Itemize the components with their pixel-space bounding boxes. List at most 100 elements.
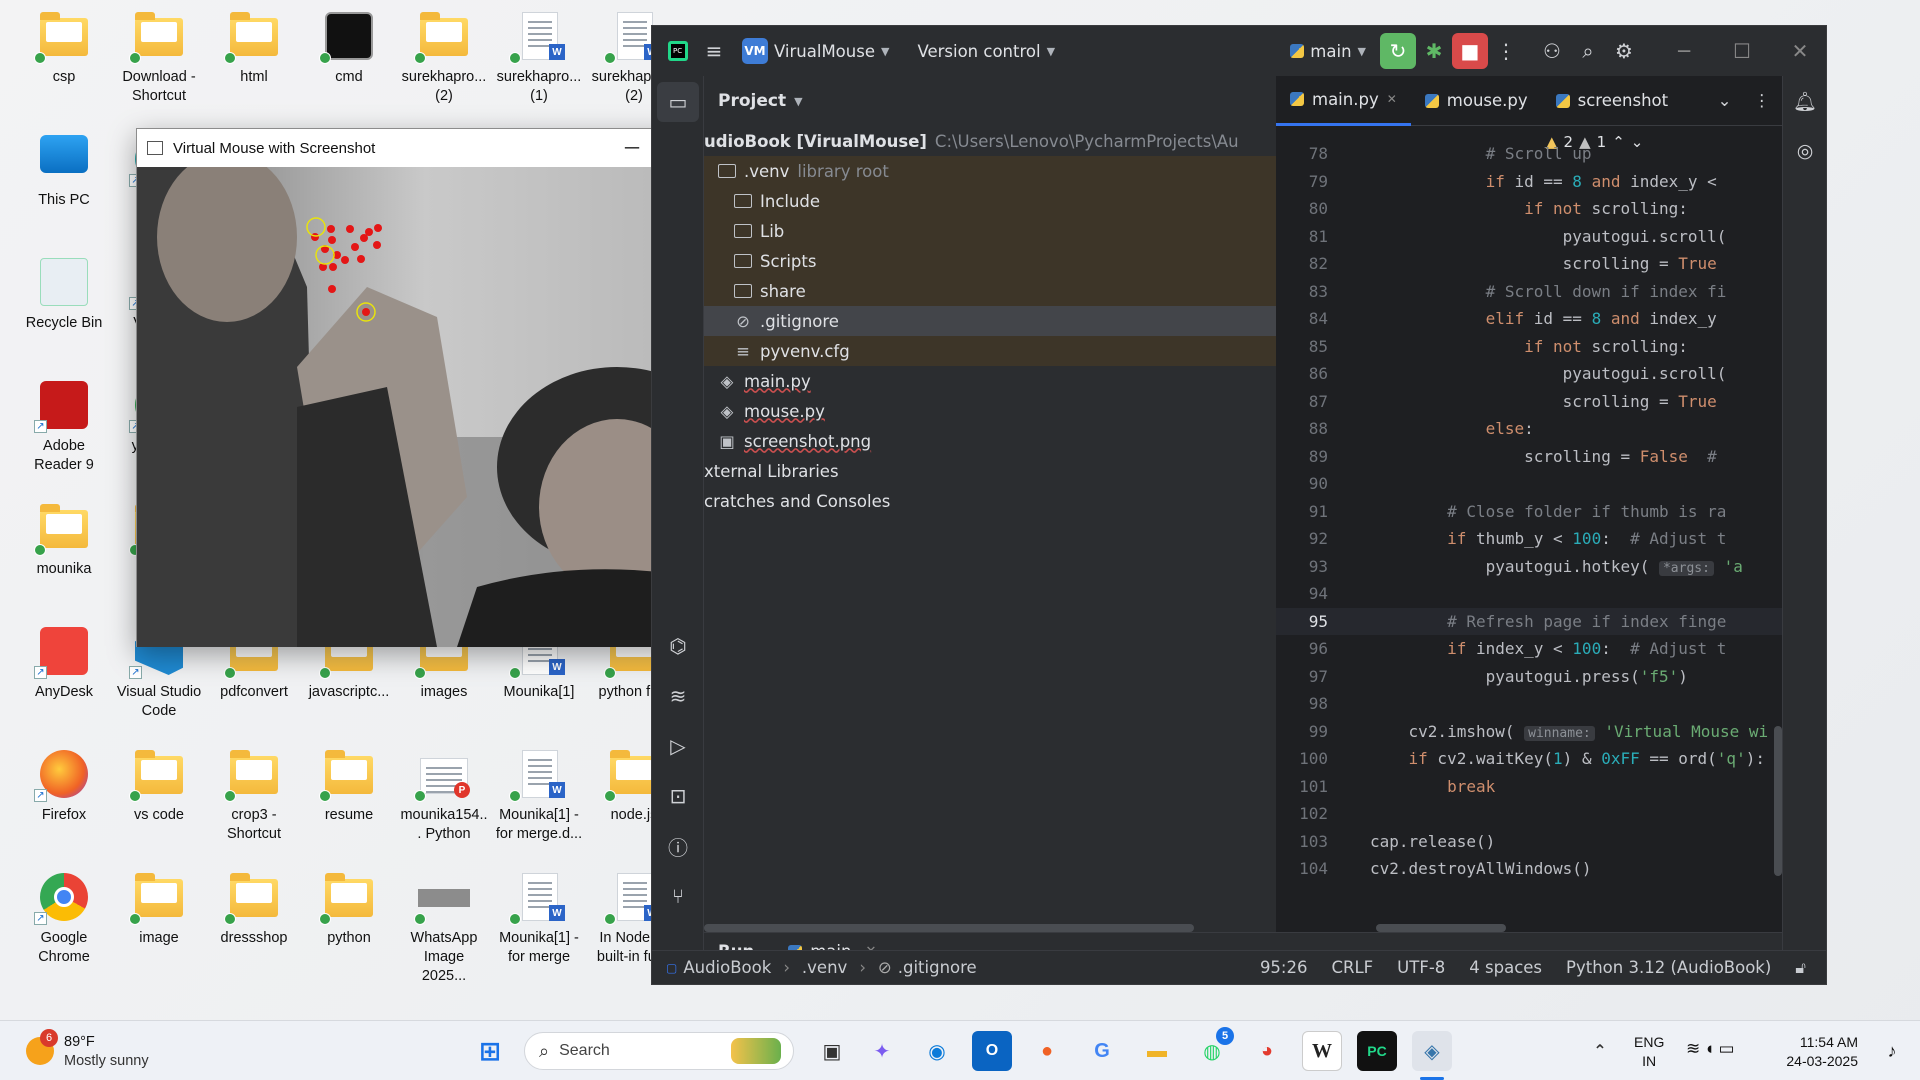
code-line[interactable]: 87 scrolling = True (1276, 388, 1784, 416)
file-explorer-icon[interactable]: ▬ (1137, 1031, 1177, 1071)
desktop-icon[interactable]: mounika (20, 504, 108, 579)
breadcrumb-project[interactable]: AudioBook (683, 958, 771, 977)
tab-list-chevron-icon[interactable]: ⌄ (1718, 91, 1732, 110)
desktop-icon[interactable]: cmd (305, 12, 393, 87)
terminal-icon[interactable]: ⊡ (652, 771, 704, 821)
code-line[interactable]: 91 # Close folder if thumb is ra (1276, 498, 1784, 526)
code-line[interactable]: 94 (1276, 580, 1784, 608)
version-control-menu[interactable]: Version control ▼ (917, 42, 1055, 61)
desktop-icon[interactable]: csp (20, 12, 108, 87)
notifications-icon[interactable]: 🔔︎ (1783, 76, 1827, 126)
editor-tab[interactable]: screenshot (1542, 76, 1682, 126)
tree-item[interactable]: ◈ main.py (704, 366, 1324, 396)
code-line[interactable]: 78 # Scroll up (1276, 140, 1784, 168)
python-packages-icon[interactable]: ≋ (652, 671, 704, 721)
desktop-icon[interactable]: Recycle Bin (20, 258, 108, 333)
python-taskbar-icon[interactable]: ◈ (1412, 1031, 1452, 1071)
language-indicator[interactable]: ENG IN (1634, 1033, 1664, 1071)
wikipedia-icon[interactable]: W (1302, 1031, 1342, 1071)
desktop-icon[interactable]: dressshop (210, 873, 298, 948)
task-view-icon[interactable]: ▣ (812, 1031, 852, 1071)
search-icon[interactable]: ⌕ (1570, 33, 1606, 69)
breadcrumb-file[interactable]: .gitignore (898, 958, 977, 977)
desktop-icon[interactable]: Wsurekhapro... (1) (495, 12, 583, 106)
desktop-icon[interactable]: html (210, 12, 298, 87)
desktop-icon[interactable]: Download - Shortcut (115, 12, 203, 106)
close-tab-icon[interactable]: ✕ (1387, 92, 1397, 106)
breadcrumb-folder[interactable]: .venv (802, 958, 847, 977)
code-area[interactable]: 78 # Scroll up 79 if id == 8 and index_y… (1276, 126, 1784, 932)
add-user-icon[interactable]: ⚇ (1534, 33, 1570, 69)
code-line[interactable]: 85 if not scrolling: (1276, 333, 1784, 361)
desktop-icon[interactable]: image (115, 873, 203, 948)
desktop-icon[interactable]: ↗ Firefox (20, 750, 108, 825)
code-line[interactable]: 102 (1276, 800, 1784, 828)
desktop-icon[interactable]: ↗ AnyDesk (20, 627, 108, 702)
code-line[interactable]: 89 scrolling = False # (1276, 443, 1784, 471)
code-line[interactable]: 90 (1276, 470, 1784, 498)
stop-icon[interactable]: ■ (1452, 33, 1488, 69)
code-line[interactable]: 103 cap.release() (1276, 828, 1784, 856)
tree-item[interactable]: share (704, 276, 1324, 306)
code-line[interactable]: 96 if index_y < 100: # Adjust t (1276, 635, 1784, 663)
code-line[interactable]: 100 if cv2.waitKey(1) & 0xFF == ord('q')… (1276, 745, 1784, 773)
code-line[interactable]: 93 pyautogui.hotkey( *args: 'a (1276, 553, 1784, 581)
desktop-icon[interactable]: vs code (115, 750, 203, 825)
taskbar-search[interactable]: ⌕ Search (524, 1032, 794, 1070)
code-line[interactable]: 97 pyautogui.press('f5') (1276, 663, 1784, 691)
rerun-icon[interactable]: ↻ (1380, 33, 1416, 69)
edge-icon[interactable]: ◉ (917, 1031, 957, 1071)
desktop-icon[interactable]: Pmounika154... Python (400, 750, 488, 844)
minimize-icon[interactable]: ─ (1666, 33, 1702, 69)
horizontal-scrollbar[interactable] (704, 924, 1194, 932)
editor-tab[interactable]: mouse.py (1411, 76, 1542, 126)
problems-icon[interactable]: ⓘ (652, 821, 704, 871)
code-line[interactable]: 104 cv2.destroyAllWindows() (1276, 855, 1784, 883)
file-encoding[interactable]: UTF-8 (1397, 958, 1445, 977)
project-switcher[interactable]: VM VirualMouse ▼ (742, 38, 889, 64)
code-line[interactable]: 88 else: (1276, 415, 1784, 443)
close-icon[interactable]: ✕ (1782, 33, 1818, 69)
tab-more-icon[interactable]: ⋮ (1754, 91, 1771, 110)
outlook-icon[interactable]: O (972, 1031, 1012, 1071)
main-menu-icon[interactable]: ≡ (696, 33, 732, 69)
pycharm-taskbar-icon[interactable]: PC (1357, 1031, 1397, 1071)
code-line[interactable]: 79 if id == 8 and index_y < (1276, 168, 1784, 196)
more-actions-icon[interactable]: ⋮ (1488, 33, 1524, 69)
code-line[interactable]: 86 pyautogui.scroll( (1276, 360, 1784, 388)
indent-setting[interactable]: 4 spaces (1469, 958, 1542, 977)
desktop-icon[interactable]: python (305, 873, 393, 948)
whatsapp-icon[interactable]: ◍ 5 (1192, 1027, 1234, 1071)
tree-item[interactable]: .venv library root (704, 156, 1324, 186)
chrome-icon[interactable]: ◕ (1247, 1031, 1287, 1071)
notification-bell-icon[interactable]: ♪ (1872, 1031, 1912, 1071)
tree-item[interactable]: Include (704, 186, 1324, 216)
tree-item[interactable]: ▣ screenshot.png (704, 426, 1324, 456)
desktop-icon[interactable]: W Mounika[1] - for merge (495, 873, 583, 967)
services-icon[interactable]: ▷ (652, 721, 704, 771)
desktop-icon[interactable]: ↗ Adobe Reader 9 (20, 381, 108, 475)
code-line[interactable]: 92 if thumb_y < 100: # Adjust t (1276, 525, 1784, 553)
google-icon[interactable]: G (1082, 1031, 1122, 1071)
code-line[interactable]: 99 cv2.imshow( winname: 'Virtual Mouse w… (1276, 718, 1784, 746)
tree-item[interactable]: ≡ pyvenv.cfg (704, 336, 1324, 366)
tree-item[interactable]: ◈ mouse.py (704, 396, 1324, 426)
line-separator[interactable]: CRLF (1332, 958, 1374, 977)
python-interpreter[interactable]: Python 3.12 (AudioBook) (1566, 958, 1771, 977)
tree-item[interactable]: cratches and Consoles (704, 486, 1324, 516)
desktop-icon[interactable]: surekhapro... (2) (400, 12, 488, 106)
tree-item[interactable]: udioBook [VirualMouse] C:\Users\Lenovo\Py… (704, 126, 1324, 156)
settings-icon[interactable]: ⚙ (1606, 33, 1642, 69)
editor-tab[interactable]: main.py ✕ (1276, 76, 1411, 126)
pycharm-window[interactable]: PC ≡ VM VirualMouse ▼ Version control ▼ … (651, 25, 1827, 985)
clock[interactable]: 11:54 AM 24-03-2025 (1780, 1033, 1858, 1071)
code-line[interactable]: 81 pyautogui.scroll( (1276, 223, 1784, 251)
weather-widget[interactable]: 6 (22, 1029, 62, 1071)
tree-item[interactable]: Lib (704, 216, 1324, 246)
code-line[interactable]: 84 elif id == 8 and index_y (1276, 305, 1784, 333)
code-line[interactable]: 82 scrolling = True (1276, 250, 1784, 278)
code-line[interactable]: 98 (1276, 690, 1784, 718)
tree-item[interactable]: Scripts (704, 246, 1324, 276)
tree-item[interactable]: ⊘ .gitignore (704, 306, 1324, 336)
code-line[interactable]: 95 # Refresh page if index finge (1276, 607, 1784, 635)
